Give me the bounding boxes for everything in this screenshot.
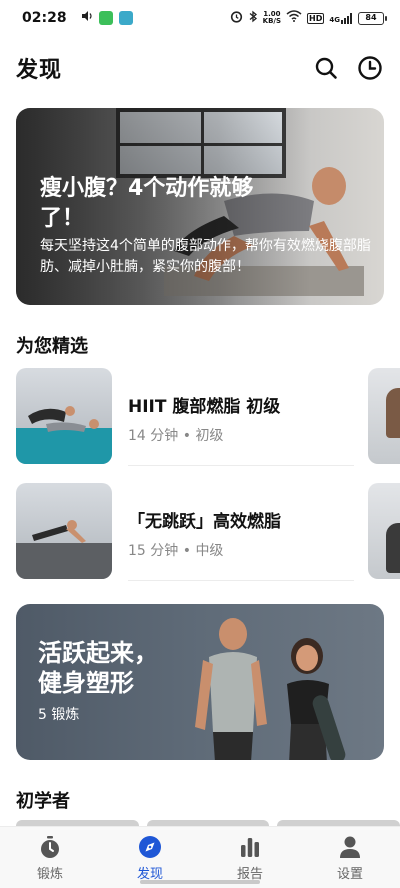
hero-banner[interactable]: 瘦小腹？4个动作就够了！ 每天坚持这4个简单的腹部动作，帮你有效燃烧腹部脂肪、减… [16, 108, 384, 305]
compass-icon [139, 836, 161, 858]
hero-description: 每天坚持这4个简单的腹部动作，帮你有效燃烧腹部脂肪、减掉小肚腩，紧实你的腹部！ [40, 238, 371, 275]
nav-item-workouts[interactable]: 锻炼 [0, 827, 100, 888]
status-right: 1.00 KB/S HD 4G 84 [230, 10, 387, 27]
hero-title: 瘦小腹？4个动作就够了！ [40, 176, 254, 231]
peek-figure [386, 388, 400, 438]
workout-info: 「无跳跃」高效燃脂 15 分钟 • 中级 [128, 507, 354, 560]
search-icon [315, 57, 337, 79]
workout-level: 中级 [195, 543, 224, 559]
workout-duration: 15 分钟 [128, 543, 179, 559]
battery-indicator: 84 [358, 11, 387, 25]
nav-item-settings[interactable]: 设置 [300, 827, 400, 888]
workout-thumbnail [16, 368, 112, 464]
stopwatch-icon [41, 836, 59, 858]
promo-woman-image [287, 638, 346, 760]
workout-thumbnail [16, 483, 112, 579]
header-actions [312, 54, 384, 82]
shield-app-icon [118, 11, 133, 25]
bottom-navigation: 锻炼 发现 报告 设置 [0, 826, 400, 888]
search-button[interactable] [312, 54, 340, 82]
exercise-figures-image [28, 406, 99, 432]
nav-item-report[interactable]: 报告 [200, 827, 300, 888]
nav-label: 设置 [336, 867, 363, 882]
network-speed: 1.00 KB/S [263, 11, 281, 25]
workout-item-hiit[interactable]: HIIT 腹部燃脂 初级 14 分钟 • 初级 [16, 368, 400, 466]
bar-chart-icon [241, 838, 259, 857]
workout-info: HIIT 腹部燃脂 初级 14 分钟 • 初级 [128, 392, 354, 445]
peek-figure [386, 523, 400, 573]
wifi-icon [286, 10, 302, 26]
app-header: 发现 [16, 48, 384, 88]
promo-title-line-1: 活跃起来， [38, 639, 158, 667]
page-title: 发现 [16, 58, 63, 83]
workout-duration: 14 分钟 [128, 428, 179, 444]
next-card-peek[interactable] [368, 368, 400, 464]
beginner-section-title: 初学者 [16, 791, 70, 812]
next-card-peek[interactable] [368, 483, 400, 579]
promo-workout-count: 5 锻炼 [38, 707, 80, 723]
picks-section-title: 为您精选 [16, 336, 88, 357]
workout-title: HIIT 腹部燃脂 初级 [128, 397, 281, 417]
network-speed-unit: KB/S [262, 17, 282, 25]
list-divider [128, 580, 354, 581]
clock-icon [358, 56, 382, 80]
alarm-icon [230, 10, 243, 27]
cell-signal-icon: 4G [329, 12, 353, 24]
exercise-figures-image [32, 520, 86, 543]
workout-item-no-jump[interactable]: 「无跳跃」高效燃脂 15 分钟 • 中级 [16, 483, 400, 581]
hd-badge: HD [307, 12, 325, 24]
workout-meta: 14 分钟 • 初级 [128, 428, 224, 444]
nav-item-discover[interactable]: 发现 [100, 827, 200, 888]
workout-title: 「无跳跃」高效燃脂 [128, 512, 281, 532]
promo-man-image [195, 618, 267, 760]
person-icon [340, 836, 360, 858]
history-button[interactable] [356, 54, 384, 82]
promo-title-line-2: 健身塑形 [38, 669, 134, 697]
status-time: 02:28 [22, 10, 67, 26]
exercise-mat [16, 543, 112, 579]
signal-label: 4G [329, 15, 340, 24]
status-bar: 02:28 1.00 KB/S HD 4G 84 [0, 0, 400, 36]
exercise-mat [16, 428, 112, 464]
workout-meta: 15 分钟 • 中级 [128, 543, 224, 559]
bluetooth-icon [248, 10, 258, 27]
list-divider [128, 465, 354, 466]
volume-icon [81, 10, 93, 26]
nav-label: 锻炼 [36, 867, 63, 882]
status-left: 02:28 [22, 10, 133, 26]
workout-level: 初级 [195, 428, 224, 444]
promo-title: 活跃起来， 健身塑形 [38, 638, 158, 698]
app-notification-icon [98, 11, 113, 25]
promo-banner[interactable]: 活跃起来， 健身塑形 5 锻炼 [16, 604, 384, 760]
home-indicator[interactable] [140, 880, 260, 884]
